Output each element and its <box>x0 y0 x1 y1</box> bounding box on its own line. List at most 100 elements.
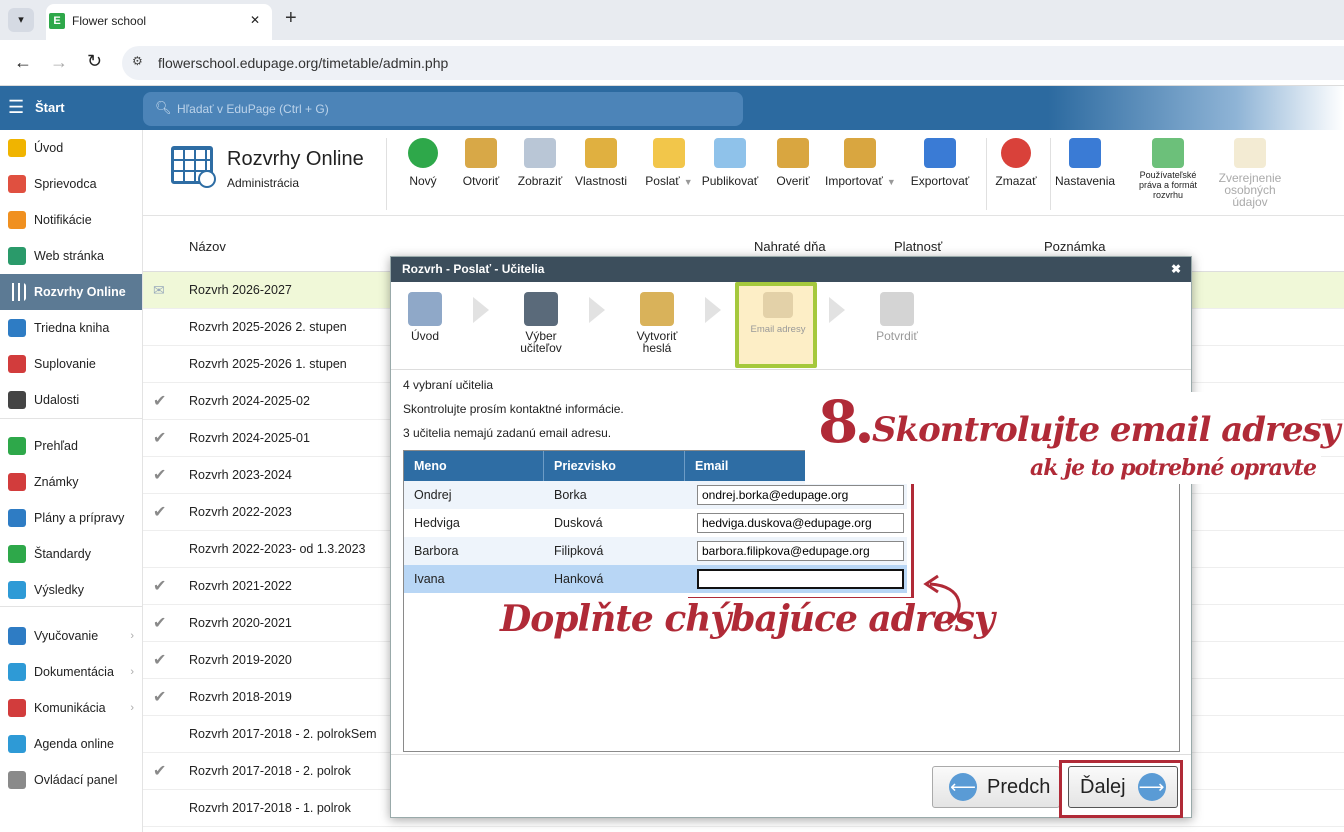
prehlad-icon <box>8 437 26 455</box>
send-icon <box>653 138 685 168</box>
wizard-step-intro: Úvod <box>385 289 465 342</box>
sidebar-item-znamky[interactable]: Známky <box>0 464 142 500</box>
sidebar-item-web-stranka[interactable]: Web stránka <box>0 238 142 274</box>
dropdown-icon[interactable]: ▼ <box>887 177 896 187</box>
check-icon: ✔ <box>153 467 167 484</box>
global-search-input[interactable]: 🔍︎ Hľadať v EduPage (Ctrl + G) <box>143 92 743 126</box>
missing-email-text: 3 učitelia nemajú zadanú email adresu. <box>403 426 612 440</box>
email-column-highlight <box>688 479 914 600</box>
arrow-left-icon: ⟵ <box>949 773 977 801</box>
browser-tab[interactable]: E Flower school ✕ <box>46 4 272 40</box>
dropdown-icon[interactable]: ▼ <box>684 177 693 187</box>
dialog-title-text: Rozvrh - Poslať - Učitelia <box>402 262 545 276</box>
toolbar-user-rights-button[interactable]: Používateľské práva a formát rozvrhu <box>1133 138 1203 200</box>
column-validity[interactable]: Platnosť <box>894 239 942 254</box>
close-tab-icon[interactable]: ✕ <box>250 13 260 27</box>
forward-icon[interactable]: → <box>50 52 68 73</box>
personal-data-icon <box>1234 138 1266 168</box>
previous-button[interactable]: ⟵ Predch <box>932 766 1060 808</box>
toolbar-personal-data-button[interactable]: Zverejnenie osobných údajov <box>1205 138 1295 208</box>
toolbar-verify-button[interactable]: Overiť <box>773 138 813 188</box>
toolbar-settings-button[interactable]: Nastavenia <box>1055 138 1115 188</box>
sidebar-item-vysledky[interactable]: Výsledky <box>0 572 142 608</box>
sidebar-item-plany[interactable]: Plány a prípravy <box>0 500 142 536</box>
user-rights-icon <box>1152 138 1184 168</box>
toolbar-divider <box>986 138 987 210</box>
sidebar-item-dokumentacia[interactable]: Dokumentácia › <box>0 654 142 690</box>
url-field[interactable]: ⚙ flowerschool.edupage.org/timetable/adm… <box>122 46 1344 80</box>
toolbar-open-button[interactable]: Otvoriť <box>456 138 506 188</box>
row-name: Rozvrh 2024-2025-02 <box>189 394 310 408</box>
back-icon[interactable]: ← <box>14 52 32 73</box>
sidebar-item-sprievodca[interactable]: Sprievodca <box>0 166 142 202</box>
close-icon[interactable]: ✖ <box>1171 262 1181 276</box>
row-name: Rozvrh 2025-2026 2. stupen <box>189 320 347 334</box>
toolbar-view-button[interactable]: Zobraziť <box>515 138 565 188</box>
sidebar-item-vyucovanie[interactable]: Vyučovanie › <box>0 618 142 654</box>
start-menu-label[interactable]: Štart <box>35 100 65 115</box>
sidebar-item-label: Udalosti <box>34 393 80 407</box>
triedna-kniha-icon <box>8 319 26 337</box>
column-uploaded[interactable]: Nahraté dňa <box>754 239 826 254</box>
sidebar-item-prehlad[interactable]: Prehľad <box>0 428 142 464</box>
toolbar-new-button[interactable]: Nový <box>398 138 448 188</box>
wizard-step-label: Výber učiteľov <box>520 329 562 355</box>
sidebar-item-udalosti[interactable]: Udalosti <box>0 382 142 418</box>
teacher-first-name: Ondrej <box>414 488 452 502</box>
sidebar-item-komunikacia[interactable]: Komunikácia › <box>0 690 142 726</box>
site-info-icon[interactable]: ⚙ <box>132 54 143 68</box>
sidebar-item-agenda-online[interactable]: Agenda online <box>0 726 142 762</box>
check-icon: ✔ <box>153 763 167 780</box>
clock-icon <box>198 170 216 188</box>
sidebar-item-notifikacie[interactable]: Notifikácie <box>0 202 142 238</box>
favicon-icon: E <box>49 13 65 29</box>
teacher-first-name: Hedviga <box>414 516 460 530</box>
teacher-last-name: Borka <box>554 488 587 502</box>
sidebar-item-standardy[interactable]: Štandardy <box>0 536 142 572</box>
toolbar-label: Exportovať <box>910 174 970 188</box>
sidebar-item-suplovanie[interactable]: Suplovanie <box>0 346 142 382</box>
new-icon <box>408 138 438 168</box>
settings-icon <box>1069 138 1101 168</box>
export-icon <box>924 138 956 168</box>
sidebar-item-label: Štandardy <box>34 547 91 561</box>
chevron-right-icon: › <box>130 666 134 678</box>
sidebar-item-label: Plány a prípravy <box>34 511 125 525</box>
check-icon: ✔ <box>153 393 167 410</box>
reload-icon[interactable]: ↻ <box>87 51 102 72</box>
grid-header-first-name[interactable]: Meno <box>404 451 544 481</box>
wizard-step-label: Email adresy <box>750 324 806 335</box>
toolbar-publish-button[interactable]: Publikovať <box>695 138 765 188</box>
znamky-icon <box>8 473 26 491</box>
toolbar-label: Importovať <box>825 174 883 188</box>
web-stranka-icon <box>8 247 26 265</box>
column-note[interactable]: Poznámka <box>1044 239 1105 254</box>
hamburger-icon[interactable]: ☰ <box>8 97 24 118</box>
toolbar-label: Zmazať <box>995 174 1037 188</box>
toolbar-import-button[interactable]: Importovať ▼ <box>825 138 896 188</box>
toolbar-properties-button[interactable]: Vlastnosti <box>571 138 631 188</box>
sidebar-item-label: Suplovanie <box>34 357 96 371</box>
sidebar-item-uvod[interactable]: Úvod <box>0 130 142 166</box>
grid-header-last-name[interactable]: Priezvisko <box>544 451 685 481</box>
next-button-highlight <box>1059 760 1183 818</box>
row-name: Rozvrh 2017-2018 - 2. polrok <box>189 764 351 778</box>
sidebar-item-ovladaci-panel[interactable]: Ovládací panel <box>0 762 142 798</box>
toolbar-export-button[interactable]: Exportovať <box>905 138 975 188</box>
check-contacts-text: Skontrolujte prosím kontaktné informácie… <box>403 402 624 416</box>
new-tab-button[interactable]: + <box>285 7 297 30</box>
wizard-step-email-addresses: Email adresy <box>738 289 818 336</box>
step-arrow-icon <box>705 297 721 323</box>
annotation-arrow-icon <box>923 574 961 626</box>
check-icon: ✔ <box>153 578 167 595</box>
column-name[interactable]: Názov <box>189 239 226 254</box>
sidebar-item-triedna-kniha[interactable]: Triedna kniha <box>0 310 142 346</box>
toolbar-label: Poslať <box>645 174 680 188</box>
sidebar-item-label: Známky <box>34 475 79 489</box>
sidebar-item-rozvrhy-online[interactable]: Rozvrhy Online <box>0 274 142 310</box>
toolbar-delete-button[interactable]: Zmazať <box>991 138 1041 188</box>
tab-search-button[interactable]: ▾ <box>8 8 34 32</box>
verify-icon <box>777 138 809 168</box>
row-name: Rozvrh 2026-2027 <box>189 283 292 297</box>
toolbar-send-button[interactable]: Poslať ▼ <box>639 138 699 188</box>
